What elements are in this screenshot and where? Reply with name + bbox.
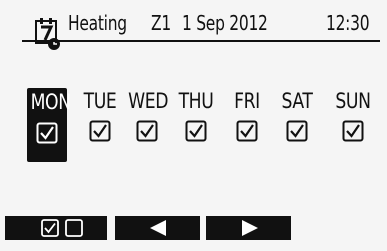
checked-box-icon[interactable] [185,120,207,142]
right-arrow-icon [240,219,260,241]
day-mon[interactable]: MON [27,88,71,162]
checked-box-icon[interactable] [36,122,58,144]
checked-box-icon[interactable] [342,120,364,142]
weekly-timer-icon [35,18,60,50]
day-thu[interactable]: THU [173,86,219,142]
function-button-toggle[interactable] [5,216,107,240]
checked-box-icon [41,219,59,237]
checked-box-icon[interactable] [236,120,258,142]
day-label: SAT [281,89,313,113]
day-fri[interactable]: FRI [224,86,270,142]
zone-label: Z1 [151,11,171,35]
left-arrow-icon [148,219,168,241]
day-label: WED [128,89,169,113]
day-sun[interactable]: SUN [330,86,376,142]
date-display: 1 Sep 2012 [182,11,268,35]
empty-box-icon [65,219,83,237]
day-label: SUN [335,89,371,113]
day-label: TUE [83,89,117,113]
screen-title: Heating [68,11,127,35]
checked-box-icon[interactable] [136,120,158,142]
day-wed[interactable]: WED [124,86,170,142]
header-divider [22,40,380,42]
checked-box-icon[interactable] [286,120,308,142]
day-label: THU [178,89,214,113]
function-button-right[interactable] [206,216,291,240]
remote-controller-screen: Heating Z1 1 Sep 2012 12:30 MON TUE WED … [0,0,387,251]
day-label: MON [30,90,71,114]
day-tue[interactable]: TUE [77,86,123,142]
function-button-left[interactable] [115,216,200,240]
day-sat[interactable]: SAT [274,86,320,142]
day-label: FRI [234,89,260,113]
checked-box-icon[interactable] [89,120,111,142]
time-display: 12:30 [326,11,370,35]
